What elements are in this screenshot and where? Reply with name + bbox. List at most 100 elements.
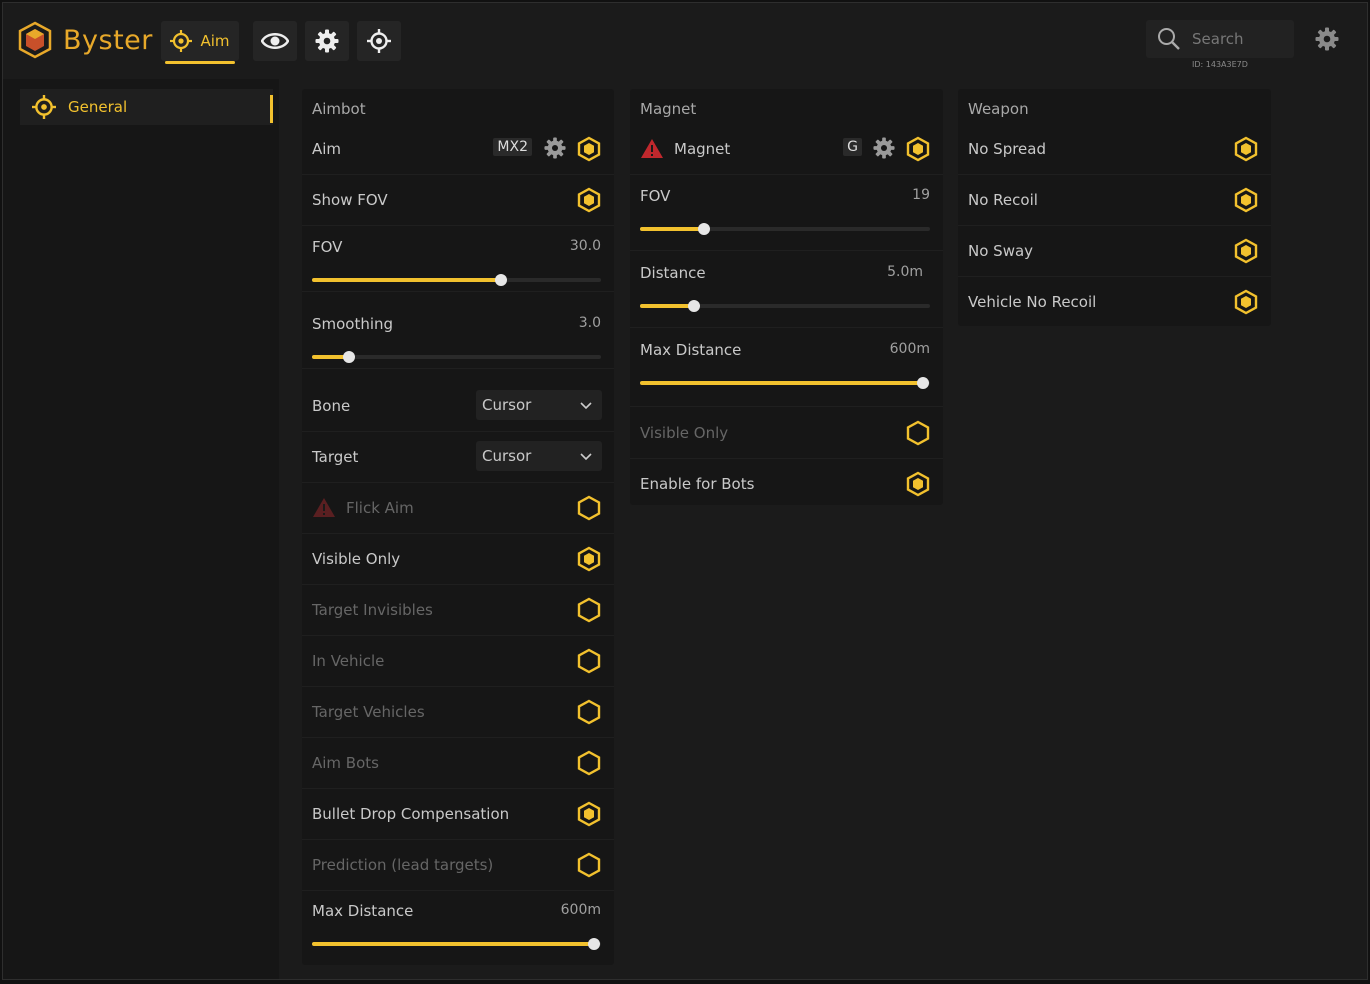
aim-bots-row: Aim Bots [302,737,614,789]
magnet-settings-button[interactable] [873,137,895,163]
toggle[interactable] [1233,289,1259,315]
gear-icon [544,137,566,159]
flick-aim-row: Flick Aim [302,482,614,534]
slider-knob[interactable] [587,938,600,950]
row-label: Target Vehicles [312,703,425,721]
toggle[interactable] [576,699,602,725]
hexagon-icon [906,420,930,446]
slider-knob[interactable] [697,223,710,235]
show-fov-row: Show FOV [302,174,614,226]
keybind-button[interactable]: G [843,138,862,156]
bone-select[interactable]: Cursor [476,390,602,420]
no-sway-row: No Sway [958,225,1271,277]
slider-value: 19 [912,187,930,203]
tab-target[interactable] [357,21,401,61]
slider[interactable] [312,351,601,363]
tab-visuals[interactable] [253,21,297,61]
no-spread-row: No Spread [958,123,1271,175]
bullet-drop-row: Bullet Drop Compensation [302,788,614,840]
slider[interactable] [640,377,930,389]
hexagon-filled-icon [1234,238,1258,264]
row-label: Aim Bots [312,754,379,772]
hexagon-filled-icon [906,136,930,162]
toggle[interactable] [1233,238,1259,264]
aimbot-panel: Aimbot Aim MX2 Show FOV FOV 30.0 Smoothi… [302,89,614,965]
toggle[interactable] [576,495,602,521]
slider-knob[interactable] [687,300,700,312]
warning-icon [313,498,335,517]
row-label: Max Distance [640,341,742,359]
sidebar-item-general[interactable]: General [20,89,273,125]
row-label: Bone [312,397,351,415]
active-tab-indicator [165,61,235,64]
prediction-row: Prediction (lead targets) [302,839,614,891]
hexagon-filled-icon [577,546,601,572]
slider-knob[interactable] [916,377,929,389]
gear-icon [315,29,339,53]
hexagon-icon [577,495,601,521]
user-id: ID: 143A3E7D [1192,60,1248,69]
keybind-button[interactable]: MX2 [493,138,532,156]
toggle[interactable] [576,187,602,213]
active-item-indicator [270,95,273,123]
smoothing-slider-row: Smoothing 3.0 [302,292,614,369]
toggle[interactable] [576,648,602,674]
slider-knob[interactable] [342,351,355,363]
slider-knob[interactable] [495,274,508,286]
toggle[interactable] [1233,136,1259,162]
search-box[interactable] [1146,20,1294,58]
toggle[interactable] [576,852,602,878]
toggle[interactable] [1233,187,1259,213]
row-label: Target [312,448,359,466]
slider-fill [640,381,923,385]
settings-button[interactable] [1315,27,1339,55]
top-bar: Byster Aim Search ID: 143A3E7D [3,3,1367,79]
toggle[interactable] [905,420,931,446]
logo: Byster [17,21,153,59]
toggle[interactable] [905,471,931,497]
search-input[interactable] [1190,29,1294,49]
toggle[interactable] [576,750,602,776]
row-label: Aim [312,140,342,158]
vehicle-no-recoil-row: Vehicle No Recoil [958,276,1271,327]
row-label: Target Invisibles [312,601,433,619]
chevron-down-icon [580,453,592,461]
target-select[interactable]: Cursor [476,441,602,471]
aim-settings-button[interactable] [544,137,566,163]
hexagon-filled-icon [577,801,601,827]
slider[interactable] [640,223,930,235]
toggle[interactable] [905,136,931,162]
target-vehicles-row: Target Vehicles [302,686,614,738]
hexagon-filled-icon [1234,289,1258,315]
slider-value: 600m [560,902,601,918]
row-label: Enable for Bots [640,475,755,493]
row-label: FOV [640,187,671,205]
toggle[interactable] [576,597,602,623]
magnet-visible-only-row: Visible Only [630,407,943,459]
panel-title: Weapon [968,100,1029,118]
toggle[interactable] [576,546,602,572]
crosshair-icon [170,30,193,52]
slider[interactable] [312,274,601,286]
slider[interactable] [640,300,930,312]
fov-slider-row: FOV 30.0 [302,225,614,292]
hexagon-icon [577,852,601,878]
row-label: Visible Only [312,550,401,568]
sidebar-item-label: General [68,98,128,116]
slider-fill [312,278,502,282]
row-label: FOV [312,238,343,256]
panel-title: Aimbot [312,100,366,118]
max-distance-slider-row: Max Distance 600m [302,890,614,960]
slider-value: 3.0 [578,315,601,331]
tab-settings[interactable] [305,21,349,61]
hexagon-icon [577,597,601,623]
toggle[interactable] [576,801,602,827]
toggle[interactable] [576,136,602,162]
hexagon-filled-icon [577,136,601,162]
enable-for-bots-row: Enable for Bots [630,458,943,509]
row-label: No Sway [968,242,1034,260]
slider[interactable] [312,938,601,950]
tab-aim[interactable]: Aim [161,21,239,64]
in-vehicle-row: In Vehicle [302,635,614,687]
crosshair-icon [32,95,56,119]
